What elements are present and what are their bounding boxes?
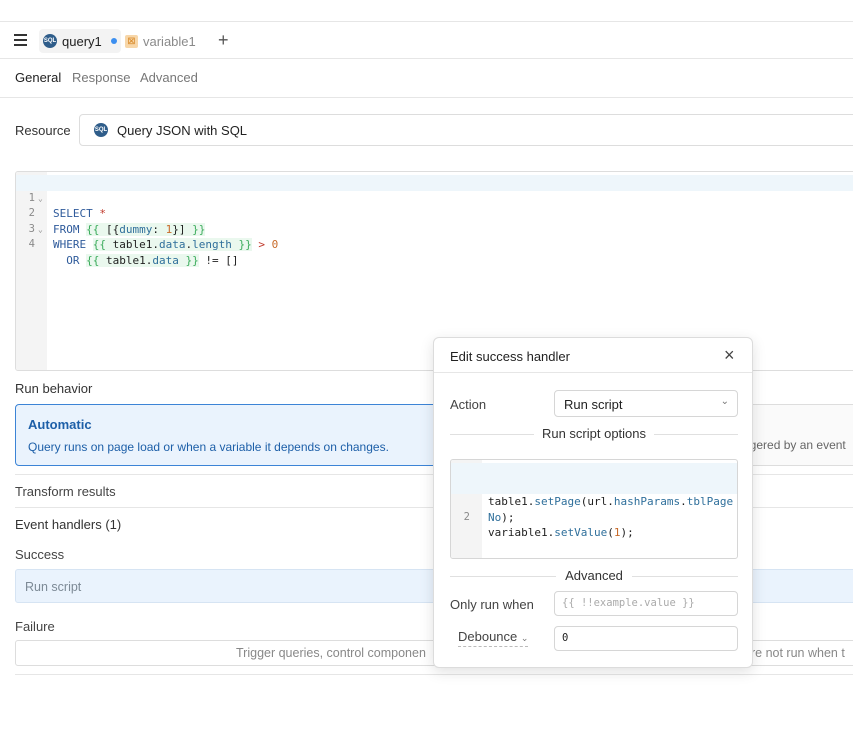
script-editor[interactable]: 1 table1.setPage(url.hashParams.tblPage … [450, 459, 738, 559]
tab-query1-label: query1 [62, 33, 102, 49]
code-line: 2 FROM {{ [{dummy: 1}] }} [28, 207, 206, 236]
sql-icon: SQL [94, 123, 108, 137]
code-line: 3 ⌄ WHERE {{ table1.data.length }} > 0 [28, 222, 279, 251]
transform-results-toggle[interactable]: Transform results [15, 484, 116, 499]
tab-variable1[interactable]: ⊠ variable1 [121, 29, 200, 53]
action-value: Run script [564, 397, 623, 412]
code-line: 1 ⌄ SELECT * [16, 175, 853, 220]
section-tabs: General Response Advanced [0, 60, 853, 98]
chevron-down-icon: ⌄ [720, 396, 729, 407]
event-handlers-heading: Event handlers (1) [15, 517, 122, 532]
tab-general[interactable]: General [15, 70, 61, 85]
chevron-down-icon: ⌄ [520, 633, 529, 643]
edit-success-handler-dialog: Edit success handler × Action Run script… [433, 337, 753, 668]
add-tab-button[interactable]: + [218, 30, 229, 51]
tab-variable1-label: variable1 [143, 33, 196, 49]
menu-icon[interactable] [14, 34, 27, 46]
failure-placeholder: Trigger queries, control componen [236, 646, 426, 660]
advanced-heading: Advanced [565, 568, 623, 583]
code-line: 4 OR {{ table1.data }} != [] [28, 238, 239, 267]
advanced-divider: Advanced [450, 568, 738, 584]
tab-response[interactable]: Response [72, 70, 131, 85]
failure-label: Failure [15, 619, 55, 634]
automatic-description: Query runs on page load or when a variab… [28, 440, 389, 454]
dialog-title: Edit success handler [450, 349, 570, 364]
action-select[interactable]: Run script ⌄ [554, 390, 738, 417]
code-line: No); [451, 478, 737, 524]
code-line: 1 table1.setPage(url.hashParams.tblPage [451, 463, 737, 508]
resource-value: Query JSON with SQL [117, 122, 248, 138]
debounce-input[interactable]: 0 [554, 626, 738, 651]
run-script-options-divider: Run script options [450, 426, 738, 442]
query-tab-bar: SQL query1 ⊠ variable1 + [0, 21, 853, 59]
action-label: Action [450, 397, 487, 412]
only-run-when-label: Only run when [450, 597, 534, 612]
divider [15, 674, 853, 675]
close-icon[interactable]: × [724, 345, 735, 366]
only-run-when-input[interactable]: {{ !!example.value }} [554, 591, 738, 616]
failure-placeholder-end: re not run when t [751, 646, 845, 660]
dialog-header: Edit success handler × [434, 338, 752, 373]
tab-advanced[interactable]: Advanced [140, 70, 198, 85]
sql-icon: SQL [43, 34, 57, 48]
only-run-when-placeholder: {{ !!example.value }} [562, 597, 695, 609]
run-behavior-automatic[interactable]: Automatic Query runs on page load or whe… [15, 404, 465, 466]
debounce-label[interactable]: Debounce ⌄ [458, 629, 529, 647]
unsaved-dot-icon [110, 38, 117, 44]
variable-icon: ⊠ [125, 34, 138, 48]
code-line: 2 variable1.setValue(1); [463, 510, 634, 540]
manual-description: ggered by an event [743, 438, 846, 452]
run-script-options-heading: Run script options [541, 426, 647, 441]
tab-query1[interactable]: SQL query1 [39, 29, 121, 53]
run-behavior-label: Run behavior [15, 381, 93, 396]
automatic-title: Automatic [28, 417, 92, 432]
debounce-value: 0 [562, 632, 569, 644]
resource-label: Resource [15, 123, 71, 138]
resource-select[interactable]: SQL Query JSON with SQL [79, 114, 853, 146]
success-label: Success [15, 547, 65, 562]
